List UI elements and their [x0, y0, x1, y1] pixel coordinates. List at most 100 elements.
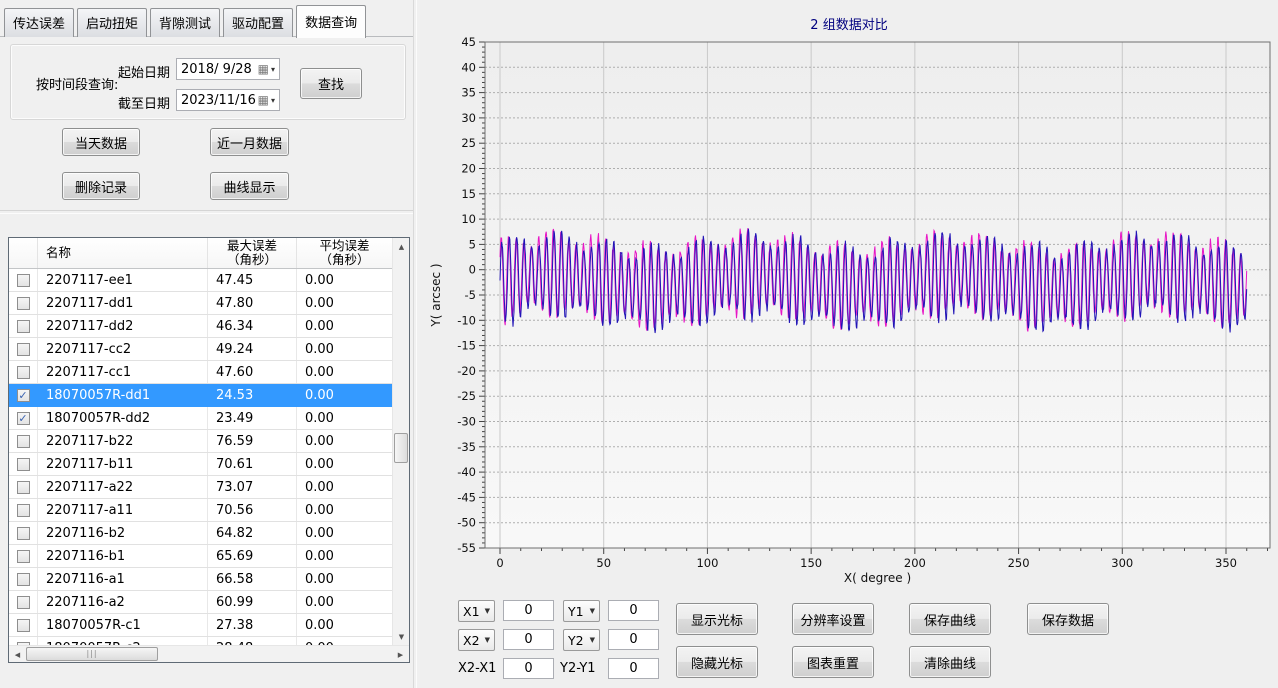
y2-label: Y2 — [568, 633, 584, 648]
row-checkbox[interactable] — [17, 573, 30, 586]
resolution-settings-button[interactable]: 分辨率设置 — [792, 603, 874, 635]
delta-x-value-field[interactable]: 0 — [503, 658, 554, 679]
svg-text:-45: -45 — [457, 490, 476, 504]
row-checkbox[interactable] — [17, 596, 30, 609]
row-max-error-cell: 47.45 — [208, 269, 297, 291]
table-row[interactable]: ✓ 18070057R-dd2 23.49 0.00 — [9, 407, 392, 430]
tab-transmission-error[interactable]: 传达误差 — [4, 8, 74, 37]
y1-value-field[interactable]: 0 — [608, 600, 659, 621]
table-row[interactable]: 18070057R-c1 27.38 0.00 — [9, 614, 392, 637]
table-row[interactable]: 2207117-cc2 49.24 0.00 — [9, 338, 392, 361]
table-row[interactable]: 2207117-b11 70.61 0.00 — [9, 453, 392, 476]
vertical-scrollbar: ▲ ▼ — [392, 238, 409, 645]
combo-dropdown-icon[interactable]: ▼ — [485, 636, 490, 644]
row-checkbox[interactable]: ✓ — [17, 389, 30, 402]
clear-curve-button[interactable]: 清除曲线 — [909, 646, 991, 678]
tab-drive-config[interactable]: 驱动配置 — [223, 8, 293, 37]
y2-cursor-select[interactable]: Y2 ▼ — [563, 629, 600, 651]
show-cursor-button[interactable]: 显示光标 — [676, 603, 758, 635]
date-dropdown-icon[interactable]: ▾ — [269, 65, 279, 74]
today-data-button[interactable]: 当天数据 — [62, 128, 140, 156]
svg-text:-25: -25 — [457, 389, 476, 403]
table-row[interactable]: 2207116-a2 60.99 0.00 — [9, 591, 392, 614]
row-checkbox[interactable] — [17, 619, 30, 632]
scroll-right-arrow-icon[interactable]: ▶ — [392, 646, 409, 663]
table-row[interactable]: 2207117-dd2 46.34 0.00 — [9, 315, 392, 338]
save-data-button[interactable]: 保存数据 — [1027, 603, 1109, 635]
x1-value-field[interactable]: 0 — [503, 600, 554, 621]
vertical-scroll-thumb[interactable] — [394, 433, 408, 463]
table-row[interactable]: 2207117-dd1 47.80 0.00 — [9, 292, 392, 315]
x2-cursor-select[interactable]: X2 ▼ — [458, 629, 495, 651]
y-axis-label: Y( arcsec ) — [429, 263, 443, 327]
scroll-down-arrow-icon[interactable]: ▼ — [393, 628, 410, 645]
row-max-error-cell: 66.58 — [208, 568, 297, 590]
combo-dropdown-icon[interactable]: ▼ — [590, 636, 595, 644]
table-row[interactable]: 2207117-a22 73.07 0.00 — [9, 476, 392, 499]
row-checkbox-cell — [9, 361, 38, 383]
row-avg-error-cell: 0.00 — [297, 614, 392, 636]
delete-record-button[interactable]: 删除记录 — [62, 172, 140, 200]
row-checkbox[interactable] — [17, 504, 30, 517]
row-checkbox[interactable] — [17, 366, 30, 379]
x2-value-field[interactable]: 0 — [503, 629, 554, 650]
table-row[interactable]: 2207117-ee1 47.45 0.00 — [9, 269, 392, 292]
row-checkbox[interactable] — [17, 320, 30, 333]
comparison-chart: 454035302520151050-5-10-15-20-25-30-35-4… — [420, 0, 1278, 588]
header-checkbox-column[interactable] — [9, 238, 38, 268]
row-checkbox[interactable] — [17, 343, 30, 356]
date-dropdown-icon[interactable]: ▾ — [269, 96, 279, 105]
y2-value-field[interactable]: 0 — [608, 629, 659, 650]
row-checkbox[interactable] — [17, 527, 30, 540]
table-row[interactable]: 2207117-a11 70.56 0.00 — [9, 499, 392, 522]
x1-cursor-select[interactable]: X1 ▼ — [458, 600, 495, 622]
header-max-error[interactable]: 最大误差（角秒） — [208, 238, 297, 268]
row-max-error-cell: 49.24 — [208, 338, 297, 360]
table-row[interactable]: 2207116-b2 64.82 0.00 — [9, 522, 392, 545]
scroll-left-arrow-icon[interactable]: ◀ — [9, 646, 26, 663]
search-button[interactable]: 查找 — [300, 68, 362, 99]
row-checkbox[interactable] — [17, 458, 30, 471]
y1-cursor-select[interactable]: Y1 ▼ — [563, 600, 600, 622]
combo-dropdown-icon[interactable]: ▼ — [590, 607, 595, 615]
row-name-cell: 2207116-b1 — [38, 545, 208, 567]
end-date-label: 截至日期 — [118, 93, 170, 112]
table-row[interactable]: 2207117-cc1 47.60 0.00 — [9, 361, 392, 384]
svg-text:5: 5 — [469, 237, 476, 251]
table-row[interactable]: ✓ 18070057R-dd1 24.53 0.00 — [9, 384, 392, 407]
horizontal-scroll-thumb[interactable]: ||| — [26, 647, 158, 661]
tab-backlash-test[interactable]: 背隙测试 — [150, 8, 220, 37]
table-row[interactable]: 2207116-b1 65.69 0.00 — [9, 545, 392, 568]
tab-startup-torque[interactable]: 启动扭矩 — [77, 8, 147, 37]
row-checkbox-cell — [9, 637, 38, 645]
row-checkbox[interactable] — [17, 435, 30, 448]
header-avg-error[interactable]: 平均误差（角秒） — [297, 238, 392, 268]
end-date-picker[interactable]: 2023/11/16 ▦ ▾ — [176, 89, 280, 111]
table-row[interactable]: 2207117-b22 76.59 0.00 — [9, 430, 392, 453]
hide-cursor-button[interactable]: 隐藏光标 — [676, 646, 758, 678]
start-date-picker[interactable]: 2018/ 9/28 ▦ ▾ — [176, 58, 280, 80]
last-month-data-button[interactable]: 近一月数据 — [210, 128, 289, 156]
header-name[interactable]: 名称 — [38, 238, 208, 268]
svg-text:-55: -55 — [457, 541, 476, 555]
chart-panel: 2 组数据对比 454035302520151050-5-10-15-20-25… — [420, 0, 1278, 688]
row-checkbox[interactable] — [17, 550, 30, 563]
scroll-up-arrow-icon[interactable]: ▲ — [393, 238, 410, 255]
row-checkbox-cell — [9, 522, 38, 544]
row-max-error-cell: 65.69 — [208, 545, 297, 567]
chart-reset-button[interactable]: 图表重置 — [792, 646, 874, 678]
curve-display-button[interactable]: 曲线显示 — [210, 172, 289, 200]
table-row[interactable]: 18070057R-c2 28.48 0.00 — [9, 637, 392, 645]
row-checkbox[interactable] — [17, 297, 30, 310]
save-curve-button[interactable]: 保存曲线 — [909, 603, 991, 635]
tab-data-query[interactable]: 数据查询 — [296, 5, 366, 38]
row-avg-error-cell: 0.00 — [297, 269, 392, 291]
delta-y-value-field[interactable]: 0 — [608, 658, 659, 679]
combo-dropdown-icon[interactable]: ▼ — [485, 607, 490, 615]
section-divider — [0, 210, 413, 214]
row-checkbox[interactable] — [17, 481, 30, 494]
svg-text:25: 25 — [461, 136, 476, 150]
row-checkbox[interactable] — [17, 274, 30, 287]
table-row[interactable]: 2207116-a1 66.58 0.00 — [9, 568, 392, 591]
row-checkbox[interactable]: ✓ — [17, 412, 30, 425]
